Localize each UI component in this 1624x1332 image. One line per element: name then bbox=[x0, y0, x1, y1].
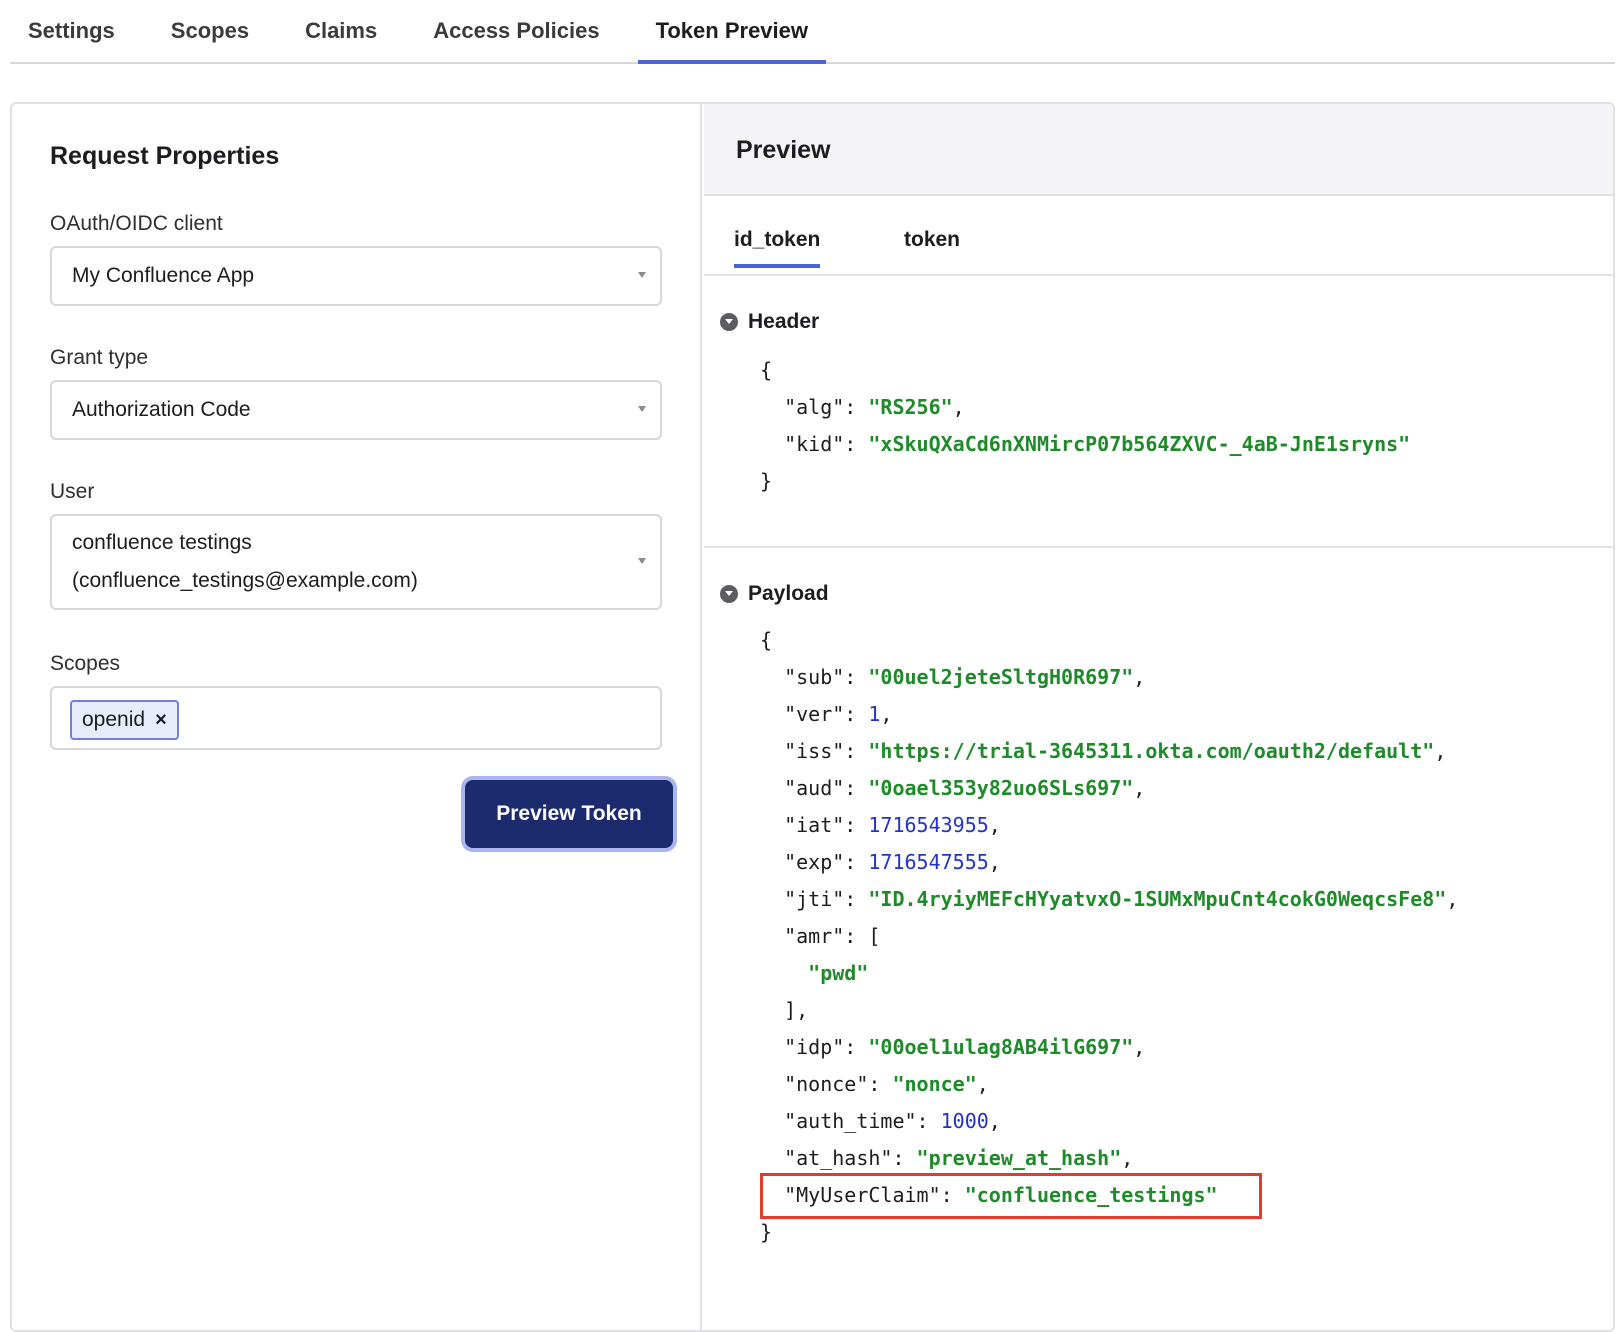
json-number: 1716543955 bbox=[868, 813, 989, 837]
chevron-down-icon bbox=[638, 406, 646, 412]
tab-access-policies[interactable]: Access Policies bbox=[415, 18, 617, 62]
json-string: "nonce" bbox=[892, 1072, 977, 1096]
scopes-label: Scopes bbox=[50, 652, 121, 675]
payload-json: { "sub": "00uel2jeteSltgH0R697", "ver": … bbox=[760, 628, 1459, 1244]
tab-settings[interactable]: Settings bbox=[10, 18, 133, 62]
top-tabs: Settings Scopes Claims Access Policies T… bbox=[10, 0, 1615, 64]
json-string: "pwd" bbox=[808, 961, 869, 985]
json-number: 1716547555 bbox=[868, 850, 989, 874]
collapse-icon bbox=[720, 313, 738, 331]
preview-header-bar: Preview bbox=[704, 104, 1613, 196]
json-number: 1 bbox=[868, 702, 881, 726]
scope-chip-label: openid bbox=[82, 708, 146, 731]
tab-claims[interactable]: Claims bbox=[287, 18, 395, 62]
tab-id-token[interactable]: id_token bbox=[734, 228, 821, 268]
tab-token[interactable]: token bbox=[904, 228, 960, 268]
tab-scopes[interactable]: Scopes bbox=[153, 18, 267, 62]
preview-token-button[interactable]: Preview Token bbox=[465, 780, 673, 848]
section-divider bbox=[704, 546, 1613, 548]
user-name: confluence testings bbox=[72, 531, 252, 554]
client-label: OAuth/OIDC client bbox=[50, 212, 223, 235]
preview-panel: Preview id_token token Header { "alg": "… bbox=[704, 104, 1613, 1330]
scopes-input[interactable]: openid × bbox=[50, 686, 662, 750]
grant-type-select[interactable]: Authorization Code bbox=[50, 380, 662, 440]
header-json: { "alg": "RS256", "kid": "xSkuQXaCd6nXNM… bbox=[760, 358, 1411, 493]
payload-section-toggle[interactable]: Payload bbox=[720, 582, 829, 606]
json-string: "RS256" bbox=[868, 395, 953, 419]
grant-type-value: Authorization Code bbox=[72, 398, 251, 421]
user-email: (confluence_testings@example.com) bbox=[72, 569, 418, 592]
json-string: "ID.4ryiyMEFcHYyatvxO-1SUMxMpuCnt4cokG0W… bbox=[868, 887, 1447, 911]
chevron-down-icon bbox=[638, 272, 646, 278]
header-section-toggle[interactable]: Header bbox=[720, 310, 819, 334]
client-select-value: My Confluence App bbox=[72, 264, 255, 287]
header-section-title: Header bbox=[748, 310, 820, 333]
user-label: User bbox=[50, 480, 95, 503]
json-string: "0oael353y82uo6SLs697" bbox=[868, 776, 1134, 800]
scope-chip: openid × bbox=[70, 700, 179, 740]
json-string: "confluence_testings" bbox=[964, 1183, 1218, 1207]
preview-tabs: id_token token bbox=[704, 196, 1613, 276]
json-string: "https://trial-3645311.okta.com/oauth2/d… bbox=[868, 739, 1435, 763]
preview-title: Preview bbox=[736, 136, 831, 164]
payload-section-title: Payload bbox=[748, 582, 829, 605]
json-string: "00uel2jeteSltgH0R697" bbox=[868, 665, 1134, 689]
json-number: 1000 bbox=[940, 1109, 989, 1133]
json-string: "preview_at_hash" bbox=[916, 1146, 1122, 1170]
request-properties-title: Request Properties bbox=[50, 142, 280, 170]
client-select[interactable]: My Confluence App bbox=[50, 246, 662, 306]
close-icon[interactable]: × bbox=[155, 709, 167, 732]
json-string: "xSkuQXaCd6nXNMircP07b564ZXVC-_4aB-JnE1s… bbox=[868, 432, 1411, 456]
user-select[interactable]: confluence testings (confluence_testings… bbox=[50, 514, 662, 610]
grant-type-label: Grant type bbox=[50, 346, 149, 369]
request-properties-panel: Request Properties OAuth/OIDC client My … bbox=[12, 104, 702, 1330]
json-string: "00oel1ulag8AB4ilG697" bbox=[868, 1035, 1134, 1059]
token-preview-card: Request Properties OAuth/OIDC client My … bbox=[10, 102, 1615, 1332]
chevron-down-icon bbox=[638, 558, 646, 564]
tab-token-preview[interactable]: Token Preview bbox=[637, 18, 827, 64]
collapse-icon bbox=[720, 585, 738, 603]
